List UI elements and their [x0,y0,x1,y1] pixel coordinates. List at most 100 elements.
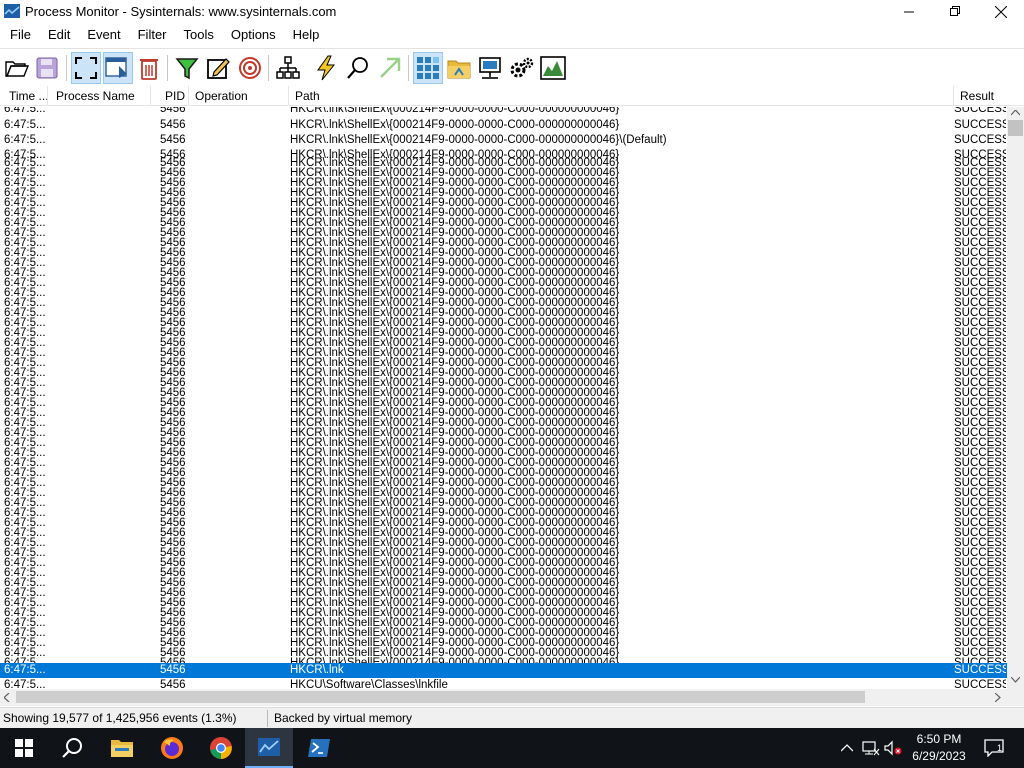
notification-count: 1 [997,743,1002,753]
clear-icon[interactable] [134,52,164,84]
folder-icon [111,740,133,757]
firefox-icon [161,737,183,759]
status-event-count: Showing 19,577 of 1,425,956 events (1.3%… [3,711,237,725]
vertical-scrollbar[interactable] [1007,107,1024,689]
find-icon[interactable] [343,52,373,84]
column-header-result[interactable]: Result [954,86,1007,106]
notifications-icon[interactable]: 1 [984,739,1006,757]
menu-bar: File Edit Event Filter Tools Options Hel… [0,25,1024,45]
status-memory: Backed by virtual memory [274,711,413,725]
event-pid: 5456 [160,107,186,115]
target-icon[interactable] [235,52,265,84]
autoscroll-icon[interactable] [103,52,133,84]
search-icon [62,738,82,758]
scroll-up-icon[interactable] [1011,110,1020,116]
event-time: 6:47:5... [4,107,46,115]
scrollbar-corner [1007,689,1024,706]
windows-logo-icon [15,739,33,757]
process-monitor-app-icon [4,4,20,18]
chrome-button[interactable] [197,728,245,768]
menu-event[interactable]: Event [77,25,127,45]
event-path: HKCR\.lnk\ShellEx\{000214F9-0000-0000-C0… [290,134,667,146]
column-header-time[interactable]: Time ... [0,86,48,106]
save-icon[interactable] [32,52,62,84]
toolbar [0,48,1024,86]
scroll-left-icon[interactable] [4,693,10,702]
powershell-icon [308,739,330,757]
event-result: SUCCESS [954,107,1006,115]
taskbar-clock[interactable]: 6:50 PM 6/29/2023 [900,731,978,765]
minimize-button[interactable] [886,0,932,23]
event-result: SUCCESS [954,134,1006,146]
lightning-icon[interactable] [311,52,341,84]
network-activity-icon[interactable] [475,52,505,84]
file-explorer-button[interactable] [98,728,146,768]
event-row-selected[interactable]: 6:47:5... powershell.exe 5456 RegCloseKe… [0,663,1007,678]
jump-to-icon[interactable] [375,52,405,84]
event-result: SUCCESS [954,664,1006,676]
column-header-row: Time ... Process Name PID Operation Path… [0,86,1024,106]
toolbar-separator [268,55,269,81]
capture-icon[interactable] [71,52,101,84]
column-header-pid[interactable]: PID [151,86,189,106]
scroll-down-icon[interactable] [1011,677,1020,683]
title-bar: Process Monitor - Sysinternals: www.sysi… [0,0,1024,23]
firefox-button[interactable] [148,728,196,768]
scroll-right-icon[interactable] [995,693,1001,702]
column-header-path[interactable]: Path [289,86,954,106]
search-button[interactable] [48,728,96,768]
menu-edit[interactable]: Edit [38,25,77,45]
event-time: 6:47:5... [4,664,46,676]
menu-options[interactable]: Options [221,25,283,45]
event-time: 6:47:5... [4,119,46,131]
event-path: HKCU\Software\Classes\lnkfile [290,679,448,689]
event-result: SUCCESS [954,119,1006,131]
process-monitor-icon [258,738,280,756]
close-button[interactable] [978,0,1024,23]
open-icon[interactable] [2,52,32,84]
menu-tools[interactable]: Tools [174,25,221,45]
status-bar: Showing 19,577 of 1,425,956 events (1.3%… [0,707,1024,728]
highlight-icon[interactable] [203,52,233,84]
event-row[interactable]: 6:47:5... powershell.exe 5456 RegCloseKe… [0,678,1007,689]
toolbar-separator [66,55,67,81]
event-time: 6:47:5... [4,134,46,146]
clock-time: 6:50 PM [916,732,962,746]
network-icon[interactable] [862,739,880,757]
restore-button[interactable] [932,0,978,23]
status-separator [267,710,268,727]
toolbar-separator [408,55,409,81]
process-thread-activity-icon[interactable] [507,52,537,84]
event-row[interactable]: 6:47:5... powershell.exe 5456 RegQueryKe… [0,118,1007,133]
event-time: 6:47:5... [4,679,46,689]
event-path: HKCR\.lnk [290,664,344,676]
event-list: 6:47:5... powershell.exe 5456 RegQueryKe… [0,107,1007,689]
taskbar: 6:50 PM 6/29/2023 1 [0,728,1024,768]
start-button[interactable] [0,728,48,768]
process-monitor-taskbar-button[interactable] [245,728,293,768]
event-path: HKCR\.lnk\ShellEx\{000214F9-0000-0000-C0… [290,119,620,131]
registry-activity-icon[interactable] [413,52,443,84]
filter-icon[interactable] [172,52,202,84]
menu-help[interactable]: Help [283,25,327,45]
menu-filter[interactable]: Filter [128,25,174,45]
event-row[interactable]: 6:47:5... powershell.exe 5456 RegQueryKe… [0,107,1007,117]
process-tree-icon[interactable] [273,52,303,84]
event-path: HKCR\.lnk\ShellEx\{000214F9-0000-0000-C0… [290,107,620,115]
profiling-events-icon[interactable] [538,52,568,84]
chevron-up-icon[interactable] [838,739,856,757]
column-header-process-name[interactable]: Process Name [48,86,151,106]
vertical-scroll-thumb[interactable] [1008,120,1023,136]
file-system-activity-icon[interactable] [444,52,474,84]
horizontal-scroll-thumb[interactable] [16,691,865,703]
clock-date: 6/29/2023 [912,749,966,763]
menu-file[interactable]: File [0,25,38,45]
event-pid: 5456 [160,679,186,689]
event-pid: 5456 [160,134,186,146]
window-title: Process Monitor - Sysinternals: www.sysi… [25,4,337,19]
powershell-taskbar-button[interactable] [295,728,343,768]
column-header-operation[interactable]: Operation [189,86,289,106]
event-result: SUCCESS [954,679,1006,689]
event-pid: 5456 [160,664,186,676]
event-row[interactable]: 6:47:5... powershell.exe 5456 RegQueryVa… [0,133,1007,148]
